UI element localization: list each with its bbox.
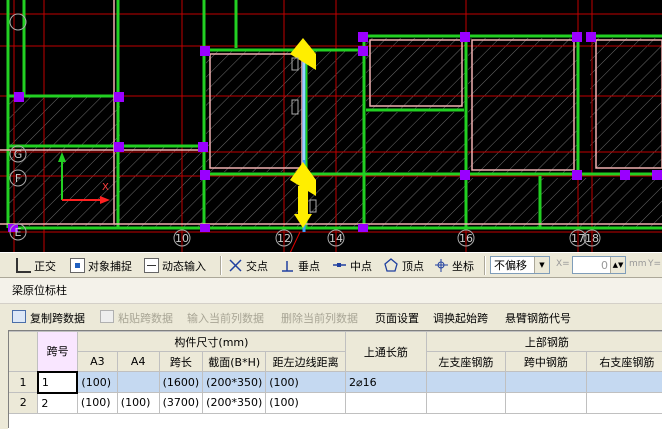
vertex-icon xyxy=(384,258,399,273)
cell-span-no[interactable]: 2 xyxy=(38,393,78,414)
snap-toolbar: 正交 对象捕捉 动态输入 交点 垂点 中点 顶点 坐标 不偏移 ▼ X= 0 ▲… xyxy=(0,252,662,278)
header-top-rebar-group: 上部钢筋 xyxy=(426,332,662,352)
grid-number: 18 xyxy=(585,232,599,245)
cell-span-no[interactable]: 1 xyxy=(38,372,78,393)
swap-start-span-button[interactable]: 调换起始跨 xyxy=(433,310,488,326)
axis-label-f: F xyxy=(15,172,21,185)
row-number[interactable]: 1 xyxy=(9,372,38,393)
perpendicular-button[interactable]: 垂点 xyxy=(280,256,320,275)
header-section[interactable]: 截面(B*H) xyxy=(203,352,266,372)
cell-right-seat[interactable] xyxy=(586,393,662,414)
header-left-seat[interactable]: 左支座钢筋 xyxy=(426,352,505,372)
header-span-no[interactable]: 跨号 xyxy=(38,332,78,372)
cantilever-code-button[interactable]: 悬臂钢筋代号 xyxy=(505,310,571,326)
grid-number: 16 xyxy=(459,232,473,245)
cell-a3[interactable]: (100) xyxy=(77,372,117,393)
coordinate-button[interactable]: 坐标 xyxy=(434,256,474,275)
corner-cell xyxy=(9,332,38,372)
axis-label-e: E xyxy=(15,226,22,239)
cell-left-seat[interactable] xyxy=(426,393,505,414)
header-a4[interactable]: A4 xyxy=(117,352,159,372)
cell-top-through[interactable]: 2⌀16 xyxy=(345,372,426,393)
vertex-button[interactable]: 顶点 xyxy=(384,256,424,275)
offset-mode-select[interactable]: 不偏移 ▼ xyxy=(490,256,550,274)
input-column-button[interactable]: 输入当前列数据 xyxy=(187,310,264,326)
header-edge-distance[interactable]: 距左边线距离 xyxy=(266,352,346,372)
cell-a4[interactable]: (100) xyxy=(117,393,159,414)
beam-span-table: 跨号 构件尺寸(mm) 上通长筋 上部钢筋 A3 A4 跨长 截面(B*H) 距… xyxy=(8,330,662,429)
cad-drawing-canvas[interactable]: G F E 10 12 14 16 17 18 X xyxy=(0,0,662,252)
delete-column-button[interactable]: 删除当前列数据 xyxy=(281,310,358,326)
cell-a4[interactable] xyxy=(117,372,159,393)
x-label: X= xyxy=(556,259,570,269)
paste-icon xyxy=(100,310,114,323)
page-setup-button[interactable]: 页面设置 xyxy=(375,310,419,326)
cell-span-length[interactable]: (1600) xyxy=(159,372,203,393)
snap-icon xyxy=(70,258,85,273)
grid-number: 10 xyxy=(175,232,189,245)
chevron-down-icon: ▼ xyxy=(534,257,549,273)
grid-number: 17 xyxy=(571,232,585,245)
x-coordinate-input[interactable]: 0 ▲▼ xyxy=(572,256,626,274)
intersection-icon xyxy=(228,258,243,273)
ortho-icon xyxy=(16,258,31,273)
spinner-icon: ▲▼ xyxy=(610,257,625,273)
cell-edge-distance[interactable]: (100) xyxy=(266,372,346,393)
header-span-length[interactable]: 跨长 xyxy=(159,352,203,372)
grid-number: 14 xyxy=(329,232,343,245)
panel-title: 梁原位标柱 xyxy=(0,278,662,304)
cell-edge-distance[interactable]: (100) xyxy=(266,393,346,414)
paste-span-button[interactable]: 粘贴跨数据 xyxy=(118,310,173,326)
cell-span-length[interactable]: (3700) xyxy=(159,393,203,414)
unit-label: mm xyxy=(629,259,647,269)
midpoint-button[interactable]: 中点 xyxy=(332,256,372,275)
cell-top-through[interactable] xyxy=(345,393,426,414)
grid-toolbar: 复制跨数据 粘贴跨数据 输入当前列数据 删除当前列数据 页面设置 调换起始跨 悬… xyxy=(0,304,662,330)
axis-label-g: G xyxy=(14,148,23,161)
coordinate-icon xyxy=(434,258,449,273)
perpendicular-icon xyxy=(280,258,295,273)
row-number[interactable]: 2 xyxy=(9,393,38,414)
cell-a3[interactable]: (100) xyxy=(77,393,117,414)
ortho-button[interactable]: 正交 xyxy=(16,256,56,275)
intersection-button[interactable]: 交点 xyxy=(228,256,268,275)
cell-left-seat[interactable] xyxy=(426,372,505,393)
copy-icon xyxy=(12,310,26,323)
cell-mid-span[interactable] xyxy=(505,372,586,393)
header-right-seat[interactable]: 右支座钢筋 xyxy=(586,352,662,372)
dynamic-input-icon xyxy=(144,258,159,273)
cell-mid-span[interactable] xyxy=(505,393,586,414)
table-row[interactable]: 1 1 (100) (1600) (200*350) (100) 2⌀16 xyxy=(9,372,662,393)
object-snap-button[interactable]: 对象捕捉 xyxy=(70,256,132,275)
cell-section[interactable]: (200*350) xyxy=(203,393,266,414)
midpoint-icon xyxy=(332,258,347,273)
svg-text:X: X xyxy=(102,182,109,193)
y-label: Y= xyxy=(648,259,661,269)
header-a3[interactable]: A3 xyxy=(77,352,117,372)
header-top-through[interactable]: 上通长筋 xyxy=(345,332,426,372)
header-mid-span[interactable]: 跨中钢筋 xyxy=(505,352,586,372)
cell-section[interactable]: (200*350) xyxy=(203,372,266,393)
cell-right-seat[interactable] xyxy=(586,372,662,393)
table-row[interactable]: 2 2 (100) (100) (3700) (200*350) (100) xyxy=(9,393,662,414)
header-size-group: 构件尺寸(mm) xyxy=(77,332,345,352)
copy-span-button[interactable]: 复制跨数据 xyxy=(30,310,85,326)
grid-number: 12 xyxy=(277,232,291,245)
grid-left-margin xyxy=(0,330,9,428)
dynamic-input-button[interactable]: 动态输入 xyxy=(144,256,206,275)
